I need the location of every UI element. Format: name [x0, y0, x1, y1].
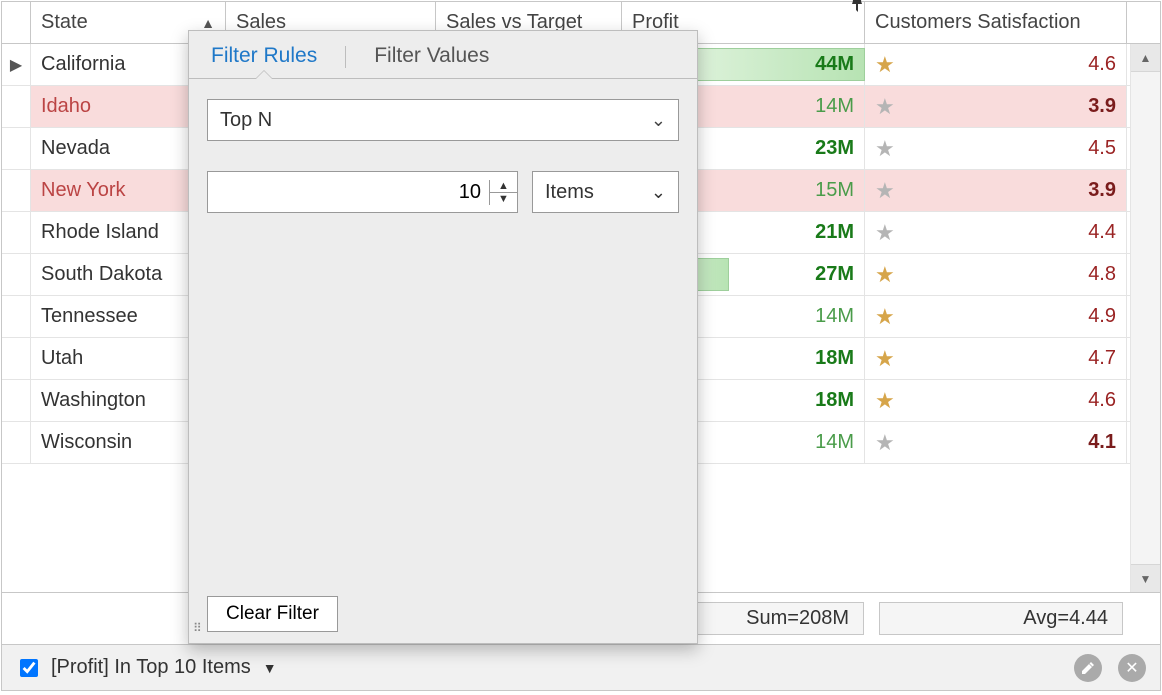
filter-count-spinner[interactable]: ▲ ▼ [207, 171, 518, 213]
spin-up-button[interactable]: ▲ [490, 180, 517, 193]
cell-customers-satisfaction: ★ 4.9 [865, 296, 1127, 337]
cs-value: 4.5 [1088, 137, 1116, 160]
cs-value: 3.9 [1088, 95, 1116, 118]
clear-filter-button[interactable]: Clear Filter [207, 596, 338, 632]
cell-customers-satisfaction: ★ 3.9 [865, 86, 1127, 127]
chevron-down-icon: ⌄ [651, 110, 666, 131]
footer-sum-badge: Sum=208M [696, 602, 864, 635]
filter-unit-value: Items [545, 181, 594, 204]
row-indicator: ▶ [2, 44, 31, 85]
cell-customers-satisfaction: ★ 4.6 [865, 44, 1127, 85]
star-icon: ★ [875, 432, 895, 454]
cs-value: 4.9 [1088, 305, 1116, 328]
row-indicator-header [2, 2, 31, 43]
profit-value: 23M [815, 137, 854, 160]
star-icon: ★ [875, 390, 895, 412]
tab-separator [345, 46, 346, 68]
filter-count-input[interactable] [208, 181, 489, 204]
row-indicator [2, 212, 31, 253]
tab-filter-values[interactable]: Filter Values [352, 36, 511, 78]
cs-value: 4.8 [1088, 263, 1116, 286]
cell-customers-satisfaction: ★ 4.4 [865, 212, 1127, 253]
filter-expression-text[interactable]: [Profit] In Top 10 Items [51, 656, 251, 679]
profit-value: 14M [815, 305, 854, 328]
vertical-scrollbar[interactable]: ▲ ▼ [1130, 44, 1160, 592]
row-indicator [2, 170, 31, 211]
data-grid: State ▲ Sales Sales vs Target Profit Cus… [1, 1, 1161, 691]
row-indicator [2, 254, 31, 295]
spin-down-button[interactable]: ▼ [490, 193, 517, 205]
filter-popup: Filter Rules Filter Values Top N ⌄ ▲ ▼ I… [188, 30, 698, 644]
cell-customers-satisfaction: ★ 3.9 [865, 170, 1127, 211]
column-header-customers-satisfaction[interactable]: Customers Satisfaction [865, 2, 1127, 43]
column-label: State [41, 11, 88, 34]
profit-value: 14M [815, 95, 854, 118]
profit-value: 18M [815, 347, 854, 370]
filter-popup-body: Top N ⌄ ▲ ▼ Items ⌄ [189, 79, 697, 585]
cs-value: 4.6 [1088, 389, 1116, 412]
tab-filter-rules[interactable]: Filter Rules [189, 36, 339, 78]
cs-value: 4.1 [1088, 431, 1116, 454]
star-icon: ★ [875, 96, 895, 118]
spin-buttons: ▲ ▼ [489, 180, 517, 205]
row-indicator [2, 338, 31, 379]
cs-value: 4.7 [1088, 347, 1116, 370]
profit-value: 18M [815, 389, 854, 412]
profit-value: 21M [815, 221, 854, 244]
star-icon: ★ [875, 264, 895, 286]
filter-popup-tabs: Filter Rules Filter Values [189, 31, 697, 79]
scrollbar-header-spacer [1127, 2, 1157, 43]
cell-customers-satisfaction: ★ 4.6 [865, 380, 1127, 421]
close-filter-button[interactable]: ✕ [1118, 654, 1146, 682]
cs-value: 4.6 [1088, 53, 1116, 76]
scroll-up-button[interactable]: ▲ [1131, 44, 1160, 72]
profit-value: 27M [815, 263, 854, 286]
cell-customers-satisfaction: ★ 4.7 [865, 338, 1127, 379]
resize-handle-icon[interactable]: ⠿ [193, 625, 207, 639]
profit-value: 15M [815, 179, 854, 202]
star-icon: ★ [875, 306, 895, 328]
cs-value: 3.9 [1088, 179, 1116, 202]
star-icon: ★ [875, 138, 895, 160]
star-icon: ★ [875, 54, 895, 76]
star-icon: ★ [875, 348, 895, 370]
cell-customers-satisfaction: ★ 4.5 [865, 128, 1127, 169]
row-indicator [2, 296, 31, 337]
filter-unit-select[interactable]: Items ⌄ [532, 171, 679, 213]
filter-mode-value: Top N [220, 109, 272, 132]
filter-mode-select[interactable]: Top N ⌄ [207, 99, 679, 141]
row-indicator [2, 128, 31, 169]
profit-value: 14M [815, 431, 854, 454]
filter-enabled-checkbox[interactable] [20, 659, 38, 677]
cs-value: 4.4 [1088, 221, 1116, 244]
row-indicator [2, 86, 31, 127]
chevron-down-icon: ⌄ [651, 182, 666, 203]
filter-active-icon[interactable] [850, 0, 864, 15]
edit-filter-button[interactable] [1074, 654, 1102, 682]
cell-customers-satisfaction: ★ 4.1 [865, 422, 1127, 463]
sort-ascending-icon: ▲ [201, 15, 215, 31]
profit-value: 44M [815, 53, 854, 76]
filter-dropdown-icon[interactable]: ▼ [263, 660, 277, 676]
star-icon: ★ [875, 222, 895, 244]
filter-popup-footer: Clear Filter [189, 585, 697, 643]
column-label: Customers Satisfaction [875, 11, 1081, 34]
scroll-down-button[interactable]: ▼ [1131, 564, 1160, 592]
star-icon: ★ [875, 180, 895, 202]
cell-customers-satisfaction: ★ 4.8 [865, 254, 1127, 295]
footer-avg-badge: Avg=4.44 [879, 602, 1123, 635]
row-indicator [2, 380, 31, 421]
row-indicator [2, 422, 31, 463]
filter-status-bar: [Profit] In Top 10 Items ▼ ✕ [2, 644, 1160, 690]
